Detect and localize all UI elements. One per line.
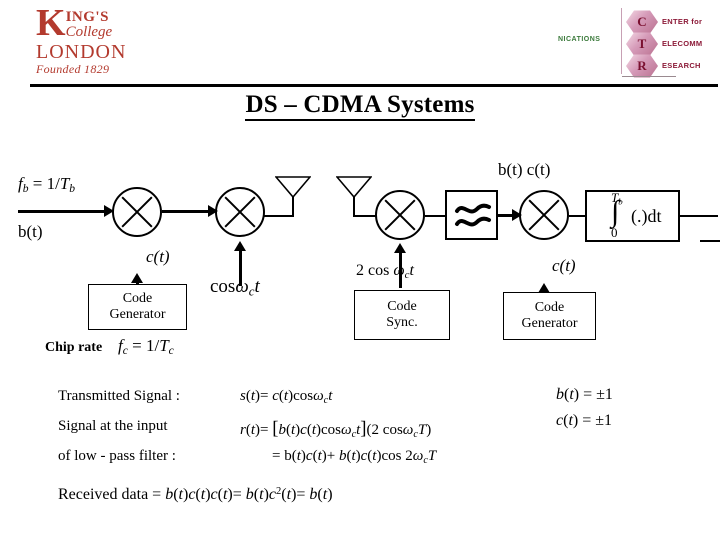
despread-input-label: b(t) c(t) <box>498 160 551 179</box>
integrator-box: Tb ∫ (.)dt 0 <box>585 190 680 242</box>
chip-rate-equation: fc = 1/Tc <box>118 336 174 358</box>
code-generator-rx-box: Code Generator <box>503 292 596 340</box>
low-pass-filter-box <box>445 190 498 240</box>
carrier-label-tx: cosωct <box>210 276 260 299</box>
equation-c-amplitude: c(t) = ±1 <box>556 412 613 429</box>
ctr-hex-r: R ESEARCH <box>626 54 700 78</box>
equation-b-amplitude: b(t) = ±1 <box>556 386 613 403</box>
header-divider-rule <box>30 84 718 87</box>
carrier-feed-arrowhead-tx <box>234 241 246 251</box>
ctr-hex-r-letter: R <box>626 54 658 78</box>
kcl-logo-ings-text: ING'S <box>65 9 109 25</box>
code-generator-rx-line2: Generator <box>521 316 578 331</box>
kcl-logo-k-letter: K <box>36 2 66 44</box>
code-generator-tx-box: Code Generator <box>88 284 187 330</box>
carrier-modulator-mixer <box>215 187 265 237</box>
tx-antenna-mast <box>292 196 294 216</box>
integrator-lower-limit: 0 <box>611 225 618 240</box>
equation-received-expansion: = b(t)c(t)+ b(t)c(t)cos 2ωcT <box>272 448 437 466</box>
ctr-logo-communications-text: NICATIONS <box>558 36 601 43</box>
input-signal-label: b(t) <box>18 222 43 241</box>
integrator-output-wire <box>680 215 718 217</box>
page-title: DS – CDMA Systems <box>0 91 720 121</box>
kcl-logo-founded-text: Founded 1829 <box>36 61 110 76</box>
kings-college-london-logo: K ING'S College LONDON Founded 1829 <box>36 2 151 78</box>
equation-transmitted-signal: s(t)= c(t)cosωct <box>240 388 333 406</box>
rx-antenna-feed-wire <box>353 215 377 217</box>
ctr-logo-underline <box>622 76 676 77</box>
integrand-label: (.)dt <box>631 206 662 226</box>
code-sync-box: Code Sync. <box>354 290 450 340</box>
equation-label-lowpass-filter: of low - pass filter : <box>58 448 176 464</box>
chip-rate-label: Chip rate <box>45 340 103 355</box>
page-title-text: DS – CDMA Systems <box>245 91 475 121</box>
spreading-mixer <box>112 187 162 237</box>
ctr-hex-c: C ENTER for <box>626 10 702 34</box>
ctr-hex-t-letter: T <box>626 32 658 56</box>
kcl-logo-london-text: LONDON <box>36 40 127 63</box>
rx-antenna-mast <box>353 196 355 216</box>
code-sync-line2: Sync. <box>386 315 418 330</box>
code-sync-line1: Code <box>387 298 417 314</box>
input-wire <box>18 210 106 213</box>
equation-received-input: r(t)= [b(t)c(t)cosωct](2 cosωcT) <box>240 418 432 440</box>
despread-to-integrator-wire <box>569 215 586 217</box>
code-signal-label-rx: c(t) <box>552 256 576 275</box>
despreading-mixer <box>519 190 569 240</box>
kcl-logo-college-text: College <box>65 24 113 40</box>
code-generator-rx-line1: Code <box>534 299 565 315</box>
slide-canvas: K ING'S College LONDON Founded 1829 NICA… <box>0 0 720 540</box>
bit-rate-label: fb = 1/Tb <box>18 174 76 196</box>
downconverter-mixer <box>375 190 425 240</box>
equation-received-data: Received data = b(t)c(t)c(t)= b(t)c2(t)=… <box>58 486 333 504</box>
ctr-hex-c-label: ENTER for <box>662 17 703 26</box>
code-generator-tx-line2: Generator <box>109 307 166 322</box>
carrier-label-rx: 2 cos ωct <box>356 262 414 282</box>
code-signal-label-tx: c(t) <box>146 247 170 266</box>
low-pass-filter-icon <box>447 192 496 238</box>
tx-antenna-feed-wire <box>264 215 294 217</box>
code-generator-tx-line1: Code <box>122 290 153 306</box>
ctr-hex-r-label: ESEARCH <box>662 61 701 70</box>
right-edge-rule <box>700 240 720 242</box>
ctr-logo-divider <box>621 8 622 74</box>
spread-signal-wire <box>162 210 212 213</box>
carrier-feed-arrowhead-rx <box>394 243 406 253</box>
integral-sign-icon: ∫ <box>611 195 620 228</box>
equation-label-transmitted-signal: Transmitted Signal : <box>58 388 180 404</box>
ctr-hex-t: T ELECOMM <box>626 32 702 56</box>
ctr-hex-c-letter: C <box>626 10 658 34</box>
rx-antenna-icon <box>336 176 372 198</box>
tx-antenna-icon <box>275 176 311 198</box>
equation-label-signal-input: Signal at the input <box>58 418 168 434</box>
ctr-hex-t-label: ELECOMM <box>662 39 703 48</box>
mixer-to-lpf-wire <box>425 215 447 217</box>
ctr-logo: NICATIONS C ENTER for T ELECOMM R ESEARC… <box>558 6 720 78</box>
code-feed-arrowhead-tx <box>131 273 143 283</box>
